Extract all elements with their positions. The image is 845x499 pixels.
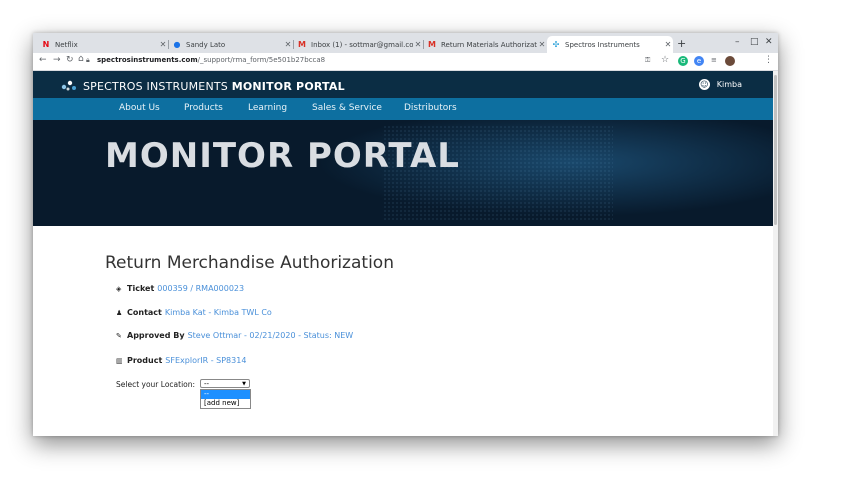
site-header: SPECTROS INSTRUMENTS MONITOR PORTAL ☺ Kim… [33, 71, 778, 98]
nav-distributors[interactable]: Distributors [404, 103, 457, 113]
nav-about-us[interactable]: About Us [119, 103, 160, 113]
tab-spectros[interactable]: ✣ Spectros Instruments ✕ [547, 36, 673, 53]
wrench-icon: ✎ [116, 331, 122, 340]
url-field[interactable]: spectrosinstruments.com/_support/rma_for… [97, 56, 325, 64]
ticket-row: ◈ Ticket 000359 / RMA000023 [116, 284, 244, 293]
extension-icon[interactable]: e [694, 56, 704, 66]
user-icon: ♟ [116, 308, 123, 317]
url-host: spectrosinstruments.com [97, 56, 198, 64]
product-value[interactable]: SFExplorIR - SP8314 [165, 356, 246, 365]
menu-icon[interactable]: ⋮ [764, 55, 773, 65]
tab-strip: N Netflix ✕ ● Sandy Lato ✕ M Inbox (1) -… [33, 33, 778, 53]
key-icon[interactable]: ⚿ [645, 56, 650, 65]
nav-sales-service[interactable]: Sales & Service [312, 103, 382, 113]
circle-app-icon: ● [173, 39, 181, 49]
hero-title: MONITOR PORTAL [105, 136, 460, 176]
back-icon[interactable]: ← [39, 55, 47, 65]
hero-banner: MONITOR PORTAL [33, 120, 778, 226]
page-scrollbar[interactable] [773, 71, 778, 436]
approved-value[interactable]: Steve Ottmar - 02/21/2020 - Status: NEW [188, 331, 354, 340]
spectros-icon: ✣ [552, 39, 560, 49]
close-icon[interactable]: ✕ [158, 40, 168, 49]
nav-learning[interactable]: Learning [248, 103, 287, 113]
forward-icon[interactable]: → [53, 55, 61, 65]
contact-value[interactable]: Kimba Kat - Kimba TWL Co [165, 308, 272, 317]
barcode-icon: ▥ [116, 356, 123, 365]
netflix-icon: N [42, 39, 50, 49]
location-option[interactable]: [add new] [201, 399, 250, 408]
tag-icon: ◈ [116, 284, 122, 293]
url-path: /_support/rma_form/5e501b27bcca8 [197, 56, 326, 64]
star-icon[interactable]: ☆ [661, 55, 669, 65]
contact-label: Contact [127, 308, 162, 317]
user-icon: ☺ [698, 79, 710, 90]
main-nav: About Us Products Learning Sales & Servi… [33, 98, 778, 120]
product-row: ▥ Product SFExplorIR - SP8314 [116, 356, 246, 365]
contact-row: ♟ Contact Kimba Kat - Kimba TWL Co [116, 308, 272, 317]
ticket-label: Ticket [127, 284, 155, 293]
scrollbar-thumb[interactable] [774, 75, 777, 225]
tab-title: Netflix [55, 40, 78, 49]
chevron-down-icon: ▼ [242, 381, 246, 387]
approved-row: ✎ Approved By Steve Ottmar - 02/21/2020 … [116, 331, 353, 340]
reading-list-icon[interactable]: ≡ [711, 56, 717, 64]
brand-bold-text: MONITOR PORTAL [231, 80, 345, 93]
nav-products[interactable]: Products [184, 103, 223, 113]
approved-label: Approved By [127, 331, 185, 340]
close-icon[interactable]: ✕ [413, 40, 423, 49]
new-tab-icon[interactable]: + [677, 37, 686, 50]
reload-icon[interactable]: ↻ [66, 55, 74, 65]
location-select[interactable]: -- ▼ [200, 379, 250, 388]
spectros-logo-icon [61, 80, 76, 91]
tab-title: Sandy Lato [186, 40, 226, 49]
profile-avatar-icon[interactable] [725, 56, 735, 66]
tab-inbox[interactable]: M Inbox (1) - sottmar@gmail.co ✕ [293, 36, 424, 53]
gmail-icon: M [298, 39, 306, 49]
site-brand[interactable]: SPECTROS INSTRUMENTS MONITOR PORTAL [83, 80, 345, 93]
tab-sandy-lato[interactable]: ● Sandy Lato ✕ [168, 36, 294, 53]
close-icon[interactable]: ✕ [663, 40, 673, 49]
location-option[interactable]: -- [201, 390, 250, 399]
location-selected-value: -- [204, 380, 210, 388]
tab-netflix[interactable]: N Netflix ✕ [37, 36, 169, 53]
address-bar-row: ← → ↻ ⌂ 🔒︎ spectrosinstruments.com/_supp… [33, 53, 778, 71]
tab-title: Return Materials Authorizatio [441, 40, 537, 49]
product-label: Product [127, 356, 163, 365]
rma-content: Return Merchandise Authorization ◈ Ticke… [33, 226, 778, 436]
brand-text: SPECTROS INSTRUMENTS [83, 80, 228, 93]
tab-return-materials[interactable]: M Return Materials Authorizatio ✕ [423, 36, 547, 53]
user-menu[interactable]: ☺ Kimba [698, 79, 742, 90]
tab-title: Spectros Instruments [565, 40, 640, 49]
location-dropdown: -- [add new] [200, 389, 251, 409]
page-title: Return Merchandise Authorization [105, 253, 394, 273]
ticket-value[interactable]: 000359 / RMA000023 [157, 284, 244, 293]
browser-window: N Netflix ✕ ● Sandy Lato ✕ M Inbox (1) -… [33, 33, 778, 436]
user-name: Kimba [716, 80, 742, 89]
home-icon[interactable]: ⌂ [78, 54, 84, 64]
grammarly-icon[interactable]: G [678, 56, 688, 66]
close-icon[interactable]: ✕ [283, 40, 293, 49]
minimize-icon[interactable]: – [735, 37, 740, 47]
tab-title: Inbox (1) - sottmar@gmail.co [311, 40, 413, 49]
location-label: Select your Location: [116, 380, 196, 389]
window-close-icon[interactable]: ✕ [765, 37, 773, 47]
maximize-icon[interactable]: □ [750, 37, 759, 47]
lock-icon[interactable]: 🔒︎ [86, 56, 90, 65]
close-icon[interactable]: ✕ [537, 40, 547, 49]
gmail-icon: M [428, 39, 436, 49]
